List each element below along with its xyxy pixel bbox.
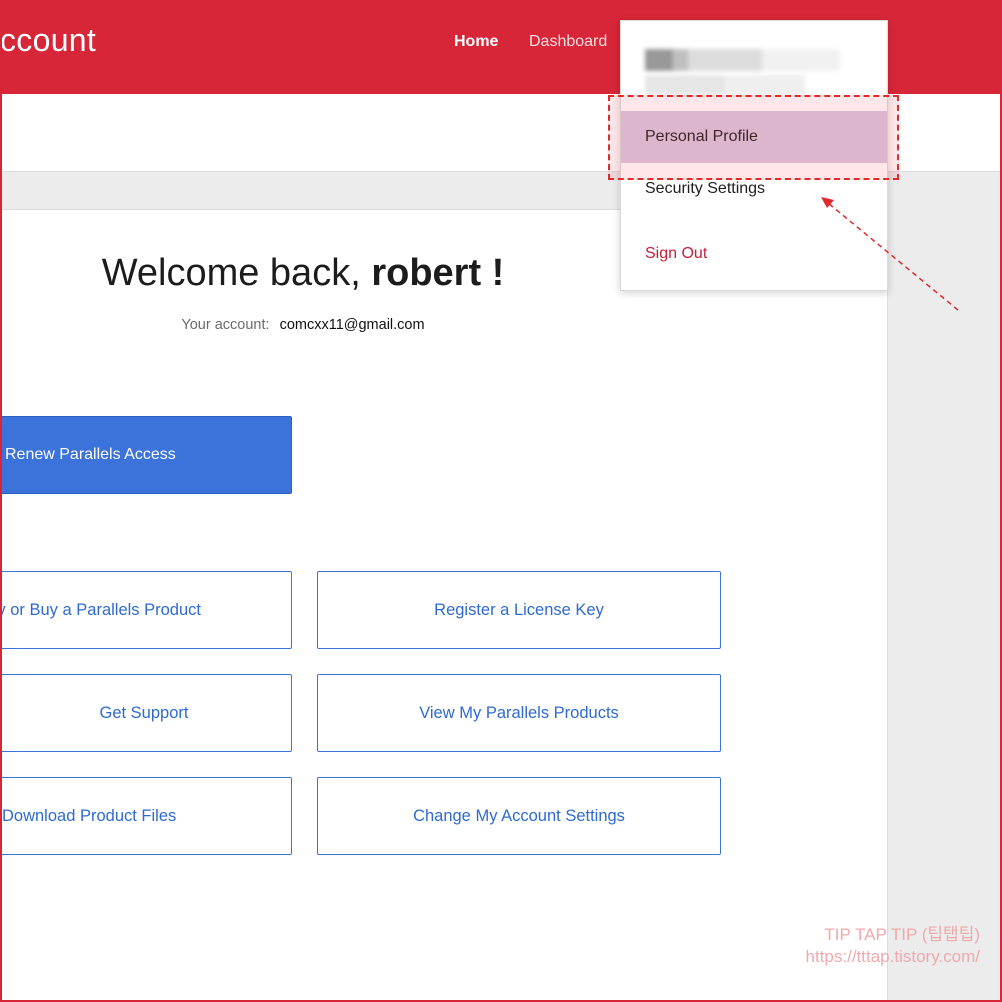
try-buy-product-button[interactable]: y or Buy a Parallels Product	[0, 571, 292, 649]
account-label: Your account:	[181, 317, 270, 333]
welcome-username: robert !	[371, 252, 505, 294]
account-info: Your account: comcxx11@gmail.com	[0, 317, 606, 333]
menu-item-sign-out[interactable]: Sign Out	[621, 228, 887, 280]
brand-title[interactable]: ccount	[0, 22, 96, 59]
get-support-button[interactable]: Get Support	[0, 674, 292, 752]
watermark-title: TIP TAP TIP (팁탭팁)	[824, 925, 980, 944]
annotation-highlight-box	[608, 95, 899, 180]
view-products-button[interactable]: View My Parallels Products	[317, 674, 721, 752]
try-buy-product-label: y or Buy a Parallels Product	[0, 601, 201, 619]
account-email: comcxx11@gmail.com	[279, 317, 425, 333]
nav-dashboard-link[interactable]: Dashboard	[529, 33, 607, 51]
download-product-files-button[interactable]: Download Product Files	[0, 777, 292, 855]
register-license-key-button[interactable]: Register a License Key	[317, 571, 721, 649]
watermark-url: https://tttap.tistory.com/	[805, 947, 980, 966]
change-account-settings-button[interactable]: Change My Account Settings	[317, 777, 721, 855]
download-product-files-label: Download Product Files	[2, 807, 177, 825]
welcome-heading: Welcome back, robert !	[0, 252, 606, 295]
renew-parallels-access-button[interactable]: Renew Parallels Access	[0, 416, 292, 494]
nav-home-link[interactable]: Home	[454, 33, 498, 51]
watermark: TIP TAP TIP (팁탭팁) https://tttap.tistory.…	[806, 924, 980, 968]
welcome-prefix: Welcome back,	[101, 252, 361, 294]
user-name-redacted	[645, 49, 840, 71]
user-email-redacted	[645, 75, 805, 95]
